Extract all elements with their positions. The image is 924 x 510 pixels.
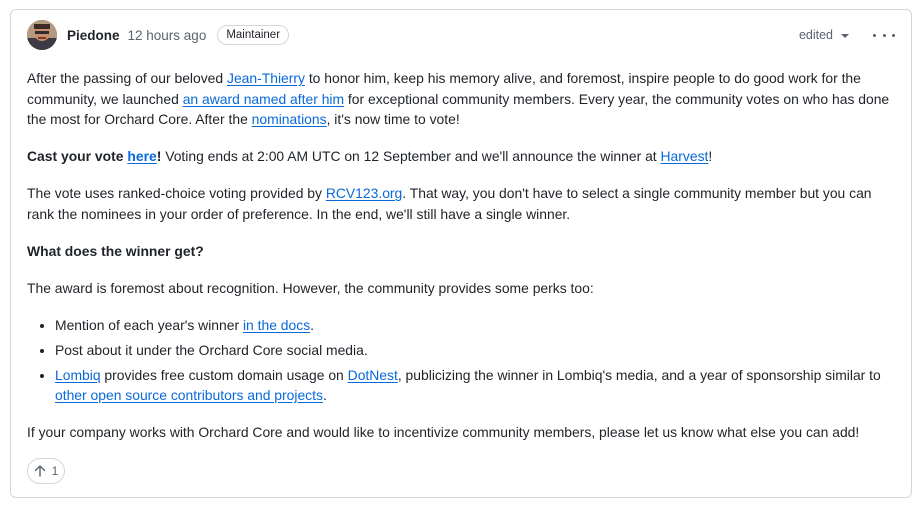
link-open-source[interactable]: other open source contributors and proje… — [55, 387, 323, 403]
author-name[interactable]: Piedone — [67, 28, 120, 43]
link-award[interactable]: an award named after him — [183, 91, 344, 107]
comment-body: After the passing of our beloved Jean-Th… — [27, 68, 895, 459]
arrow-up-icon — [34, 465, 45, 477]
list-item: Post about it under the Orchard Core soc… — [55, 340, 895, 361]
text: provides free custom domain usage on — [100, 366, 348, 383]
paragraph-perks-intro: The award is foremost about recognition.… — [27, 279, 594, 296]
text: Voting ends at 2:00 AM UTC on 12 Septemb… — [161, 148, 661, 164]
text: ! — [708, 148, 713, 164]
text: After the passing of our beloved — [27, 70, 227, 86]
bold-text: What does the winner get? — [27, 242, 204, 259]
paragraph-heading: What does the winner get? — [27, 241, 895, 262]
edited-history-dropdown[interactable]: edited — [799, 28, 849, 42]
list-item: Mention of each year's winner in the doc… — [55, 315, 895, 336]
paragraph-closing: If your company works with Orchard Core … — [27, 423, 860, 440]
text: The vote uses ranked-choice voting provi… — [27, 185, 326, 201]
chevron-down-icon — [841, 34, 849, 38]
kebab-horizontal-icon[interactable] — [873, 26, 895, 44]
discussion-comment: Piedone 12 hours ago Maintainer edited A… — [10, 9, 912, 498]
paragraph-voting-method: The vote uses ranked-choice voting provi… — [27, 183, 895, 224]
link-nominations[interactable]: nominations — [252, 111, 327, 127]
upvote-button[interactable]: 1 — [27, 458, 65, 484]
text: Mention of each year's winner — [55, 316, 243, 333]
link-here[interactable]: here — [127, 148, 156, 164]
timestamp[interactable]: 12 hours ago — [128, 28, 207, 43]
paragraph-cast-vote: Cast your vote here! Voting ends at 2:00… — [27, 146, 895, 167]
link-rcv123[interactable]: RCV123.org — [326, 185, 402, 201]
avatar[interactable] — [27, 20, 57, 50]
link-harvest[interactable]: Harvest — [661, 148, 709, 164]
text: . — [322, 387, 327, 403]
text: , it's now time to vote! — [326, 111, 460, 127]
edited-label: edited — [798, 28, 833, 42]
text: . — [310, 316, 315, 333]
perks-list: Mention of each year's winner in the doc… — [27, 315, 895, 406]
comment-header: Piedone 12 hours ago Maintainer edited — [27, 20, 895, 50]
link-lombiq[interactable]: Lombiq — [55, 367, 101, 383]
text: , publicizing the winner in Lombiq's med… — [397, 366, 881, 383]
maintainer-badge: Maintainer — [217, 25, 290, 45]
paragraph-intro: After the passing of our beloved Jean-Th… — [27, 68, 895, 130]
list-item: Lombiq provides free custom domain usage… — [55, 365, 895, 406]
upvote-count: 1 — [51, 464, 59, 478]
bold-text: Cast your vote — [27, 148, 128, 164]
link-dotnest[interactable]: DotNest — [348, 367, 398, 383]
link-docs[interactable]: in the docs — [243, 317, 310, 333]
link-jean-thierry[interactable]: Jean-Thierry — [227, 70, 305, 86]
